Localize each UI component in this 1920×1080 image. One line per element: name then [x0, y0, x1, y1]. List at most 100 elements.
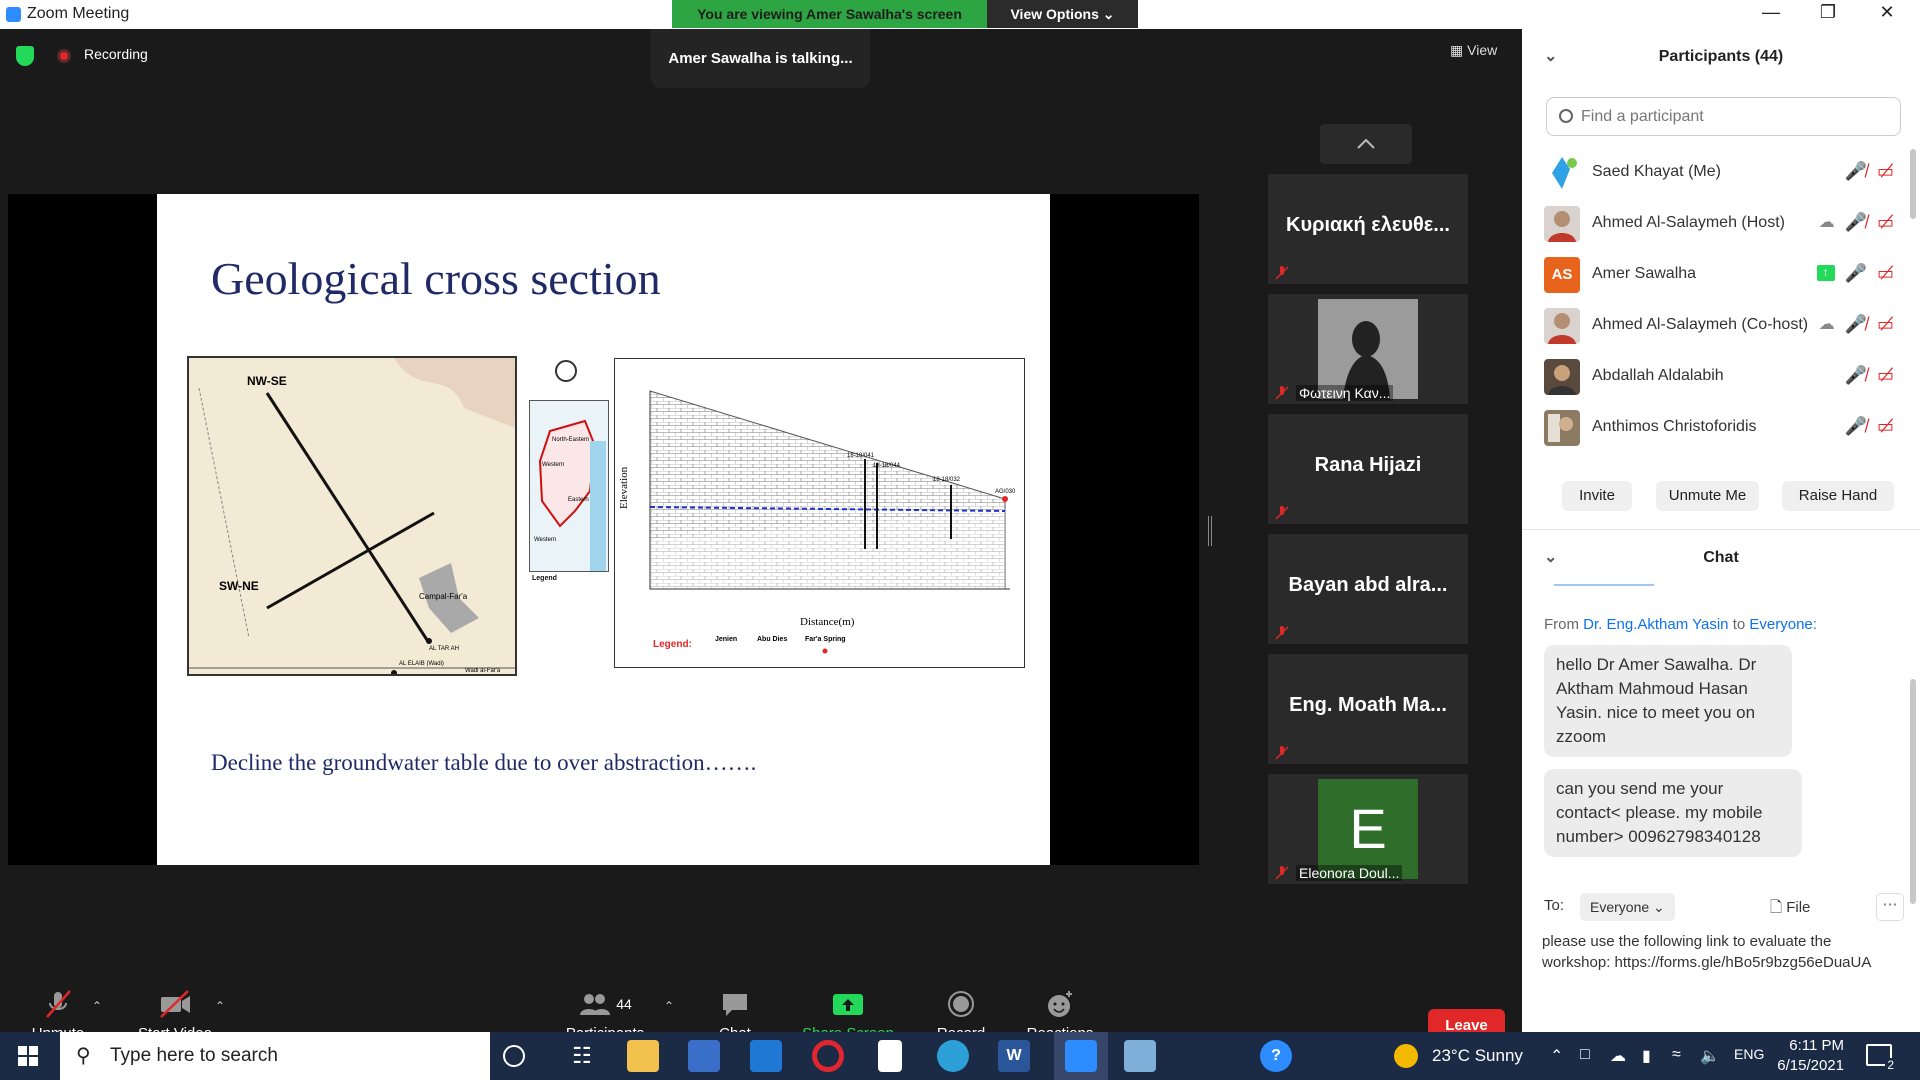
search-icon: ⚲ — [76, 1045, 91, 1067]
wifi-icon[interactable]: ≈ — [1672, 1046, 1681, 1064]
device-icon[interactable]: □ — [1580, 1046, 1590, 1064]
show-hidden-icons-icon[interactable]: ⌃ — [1550, 1046, 1563, 1066]
view-options-button[interactable]: View Options ⌄ — [987, 0, 1138, 28]
word-icon[interactable]: W — [998, 1040, 1030, 1072]
collapse-participants-chevron-icon[interactable]: ⌄ — [1544, 29, 1557, 84]
video-thumbnail[interactable]: Bayan abd alra... — [1268, 534, 1468, 644]
participants-options-chevron-icon[interactable]: ⌃ — [664, 999, 674, 1013]
audio-options-chevron-icon[interactable]: ⌃ — [92, 999, 102, 1013]
mic-muted-icon — [1275, 866, 1289, 880]
battery-icon[interactable]: ▮ — [1642, 1046, 1651, 1066]
participant-row[interactable] — [1522, 455, 1920, 461]
participant-row[interactable]: Ahmed Al-Salaymeh (Co-host) ☁ 🎤̸ ▭̸ — [1522, 302, 1920, 353]
weather-text[interactable]: 23°C Sunny — [1432, 1046, 1523, 1066]
side-panel: ⌄ Participants (44) Find a participant S… — [1522, 29, 1920, 1032]
inset-drawing: North-Eastern Western Eastern Western — [534, 419, 606, 571]
avatar — [1544, 359, 1580, 395]
unmute-me-button[interactable]: Unmute Me — [1656, 481, 1759, 511]
inset-label-ne: North-Eastern — [552, 437, 589, 443]
scroll-thumbnails-up-button[interactable] — [1320, 124, 1412, 164]
chat-input[interactable]: please use the following link to evaluat… — [1542, 931, 1902, 973]
video-off-icon[interactable]: ▭̸ — [1877, 212, 1894, 233]
invite-button[interactable]: Invite — [1562, 481, 1632, 511]
recipient-select[interactable]: Everyone ⌄ — [1580, 893, 1675, 921]
slide-caption: Decline the groundwater table due to ove… — [211, 750, 757, 775]
mail-icon[interactable] — [750, 1040, 782, 1072]
grid-icon: ▦ — [1450, 42, 1464, 58]
participant-row[interactable]: Saed Khayat (Me) 🎤̸ ▭̸ — [1522, 149, 1920, 200]
zoom-taskbar-button[interactable] — [1054, 1032, 1108, 1080]
participant-row[interactable]: AS Amer Sawalha ↑ 🎤 ▭̸ — [1522, 251, 1920, 302]
document-icon[interactable] — [878, 1040, 902, 1072]
video-thumbnail[interactable]: Κυριακή ελευθε... — [1268, 174, 1468, 284]
opera-icon[interactable] — [812, 1040, 844, 1072]
chat-message: hello Dr Amer Sawalha. Dr Aktham Mahmoud… — [1544, 645, 1792, 757]
video-thumbnail[interactable]: Eng. Moath Ma... — [1268, 654, 1468, 764]
taskbar-search-placeholder: Type here to search — [110, 1045, 278, 1066]
clock-date: 6/15/2021 — [1777, 1057, 1844, 1074]
system-clock[interactable]: 6:11 PM 6/15/2021 — [1768, 1036, 1844, 1076]
map-label-wadi: Wadi al-Far'a — [465, 668, 501, 674]
chat-scrollbar[interactable] — [1910, 679, 1916, 904]
help-icon[interactable]: ? — [1260, 1040, 1292, 1072]
video-off-icon[interactable]: ▭̸ — [1877, 314, 1894, 335]
store-icon[interactable] — [688, 1040, 720, 1072]
file-button[interactable]: 🗋 File — [1770, 897, 1810, 922]
mic-muted-icon[interactable]: 🎤̸ — [1845, 365, 1867, 386]
chat-message-header: From Dr. Eng.Aktham Yasin to Everyone: — [1544, 616, 1817, 633]
video-thumbnail[interactable]: E Eleonora Doul... — [1268, 774, 1468, 884]
cloud-recording-icon: ☁ — [1818, 316, 1835, 333]
file-explorer-icon[interactable] — [627, 1040, 659, 1072]
map-label-alelaib: AL ELAIB (Wadi) — [399, 661, 444, 667]
video-thumbnail[interactable]: Rana Hijazi — [1268, 414, 1468, 524]
chat-recipient[interactable]: Everyone: — [1749, 616, 1817, 633]
avatar — [1544, 410, 1580, 446]
thumbnail-name: Eng. Moath Ma... — [1289, 694, 1447, 716]
photos-icon[interactable] — [1124, 1040, 1156, 1072]
minimize-button[interactable]: — — [1756, 2, 1786, 23]
video-thumbnail[interactable]: Φωτεινη Καν... — [1268, 294, 1468, 404]
video-off-icon[interactable]: ▭̸ — [1877, 263, 1894, 284]
mic-muted-icon[interactable]: 🎤̸ — [1845, 416, 1867, 437]
collapse-chat-chevron-icon[interactable]: ⌄ — [1544, 530, 1557, 585]
taskbar-search-input[interactable]: ⚲ Type here to search — [60, 1032, 490, 1080]
mic-muted-icon[interactable]: 🎤̸ — [1845, 212, 1867, 233]
raise-hand-button[interactable]: Raise Hand — [1782, 481, 1894, 511]
notifications-icon[interactable]: 2 — [1866, 1044, 1896, 1072]
video-off-icon[interactable]: ▭̸ — [1877, 161, 1894, 182]
weather-sun-icon — [1394, 1044, 1418, 1068]
edge-icon[interactable] — [937, 1040, 969, 1072]
participant-name: Amer Sawalha — [1592, 265, 1697, 282]
inset-label-w2: Western — [534, 537, 556, 543]
mic-icon[interactable]: 🎤 — [1845, 263, 1867, 284]
xs-ylabel: Elevation — [618, 466, 630, 509]
close-button[interactable]: ✕ — [1872, 2, 1902, 23]
restore-button[interactable]: ❐ — [1813, 2, 1843, 23]
participant-row[interactable]: Abdallah Aldalabih 🎤̸ ▭̸ — [1522, 353, 1920, 404]
volume-icon[interactable]: 🔈 — [1700, 1046, 1720, 1066]
cortana-icon[interactable] — [503, 1045, 525, 1067]
mic-muted-icon[interactable]: 🎤̸ — [1845, 314, 1867, 335]
video-off-icon[interactable]: ▭̸ — [1877, 416, 1894, 437]
chat-sender[interactable]: Dr. Eng.Aktham Yasin — [1583, 616, 1728, 633]
view-button[interactable]: ▦ View — [1450, 42, 1497, 59]
avatar: AS — [1544, 257, 1580, 293]
participant-row[interactable]: Anthimos Christoforidis 🎤̸ ▭̸ — [1522, 404, 1920, 455]
map-label-nwse: NW-SE — [247, 374, 287, 388]
video-off-icon[interactable]: ▭̸ — [1877, 365, 1894, 386]
share-screen-icon — [833, 994, 863, 1015]
chat-message: can you send me your contact< please. my… — [1544, 769, 1802, 857]
onedrive-icon[interactable]: ☁ — [1610, 1046, 1626, 1066]
task-view-icon[interactable]: ☷ — [566, 1040, 598, 1072]
more-options-icon[interactable]: ⋯ — [1876, 893, 1904, 921]
map-drawing: NW-SE SW-NE Campal-Far'a AL TAR AH AL EL… — [189, 358, 515, 676]
language-indicator[interactable]: ENG — [1734, 1046, 1764, 1062]
resize-handle[interactable] — [1208, 516, 1212, 546]
windows-start-icon[interactable] — [18, 1046, 38, 1066]
video-options-chevron-icon[interactable]: ⌃ — [215, 999, 225, 1013]
participants-scrollbar[interactable] — [1910, 149, 1916, 219]
encryption-shield-icon[interactable] — [16, 46, 34, 66]
participant-search-input[interactable]: Find a participant — [1546, 97, 1901, 136]
participant-row[interactable]: Ahmed Al-Salaymeh (Host) ☁ 🎤̸ ▭̸ — [1522, 200, 1920, 251]
mic-muted-icon[interactable]: 🎤̸ — [1845, 161, 1867, 182]
